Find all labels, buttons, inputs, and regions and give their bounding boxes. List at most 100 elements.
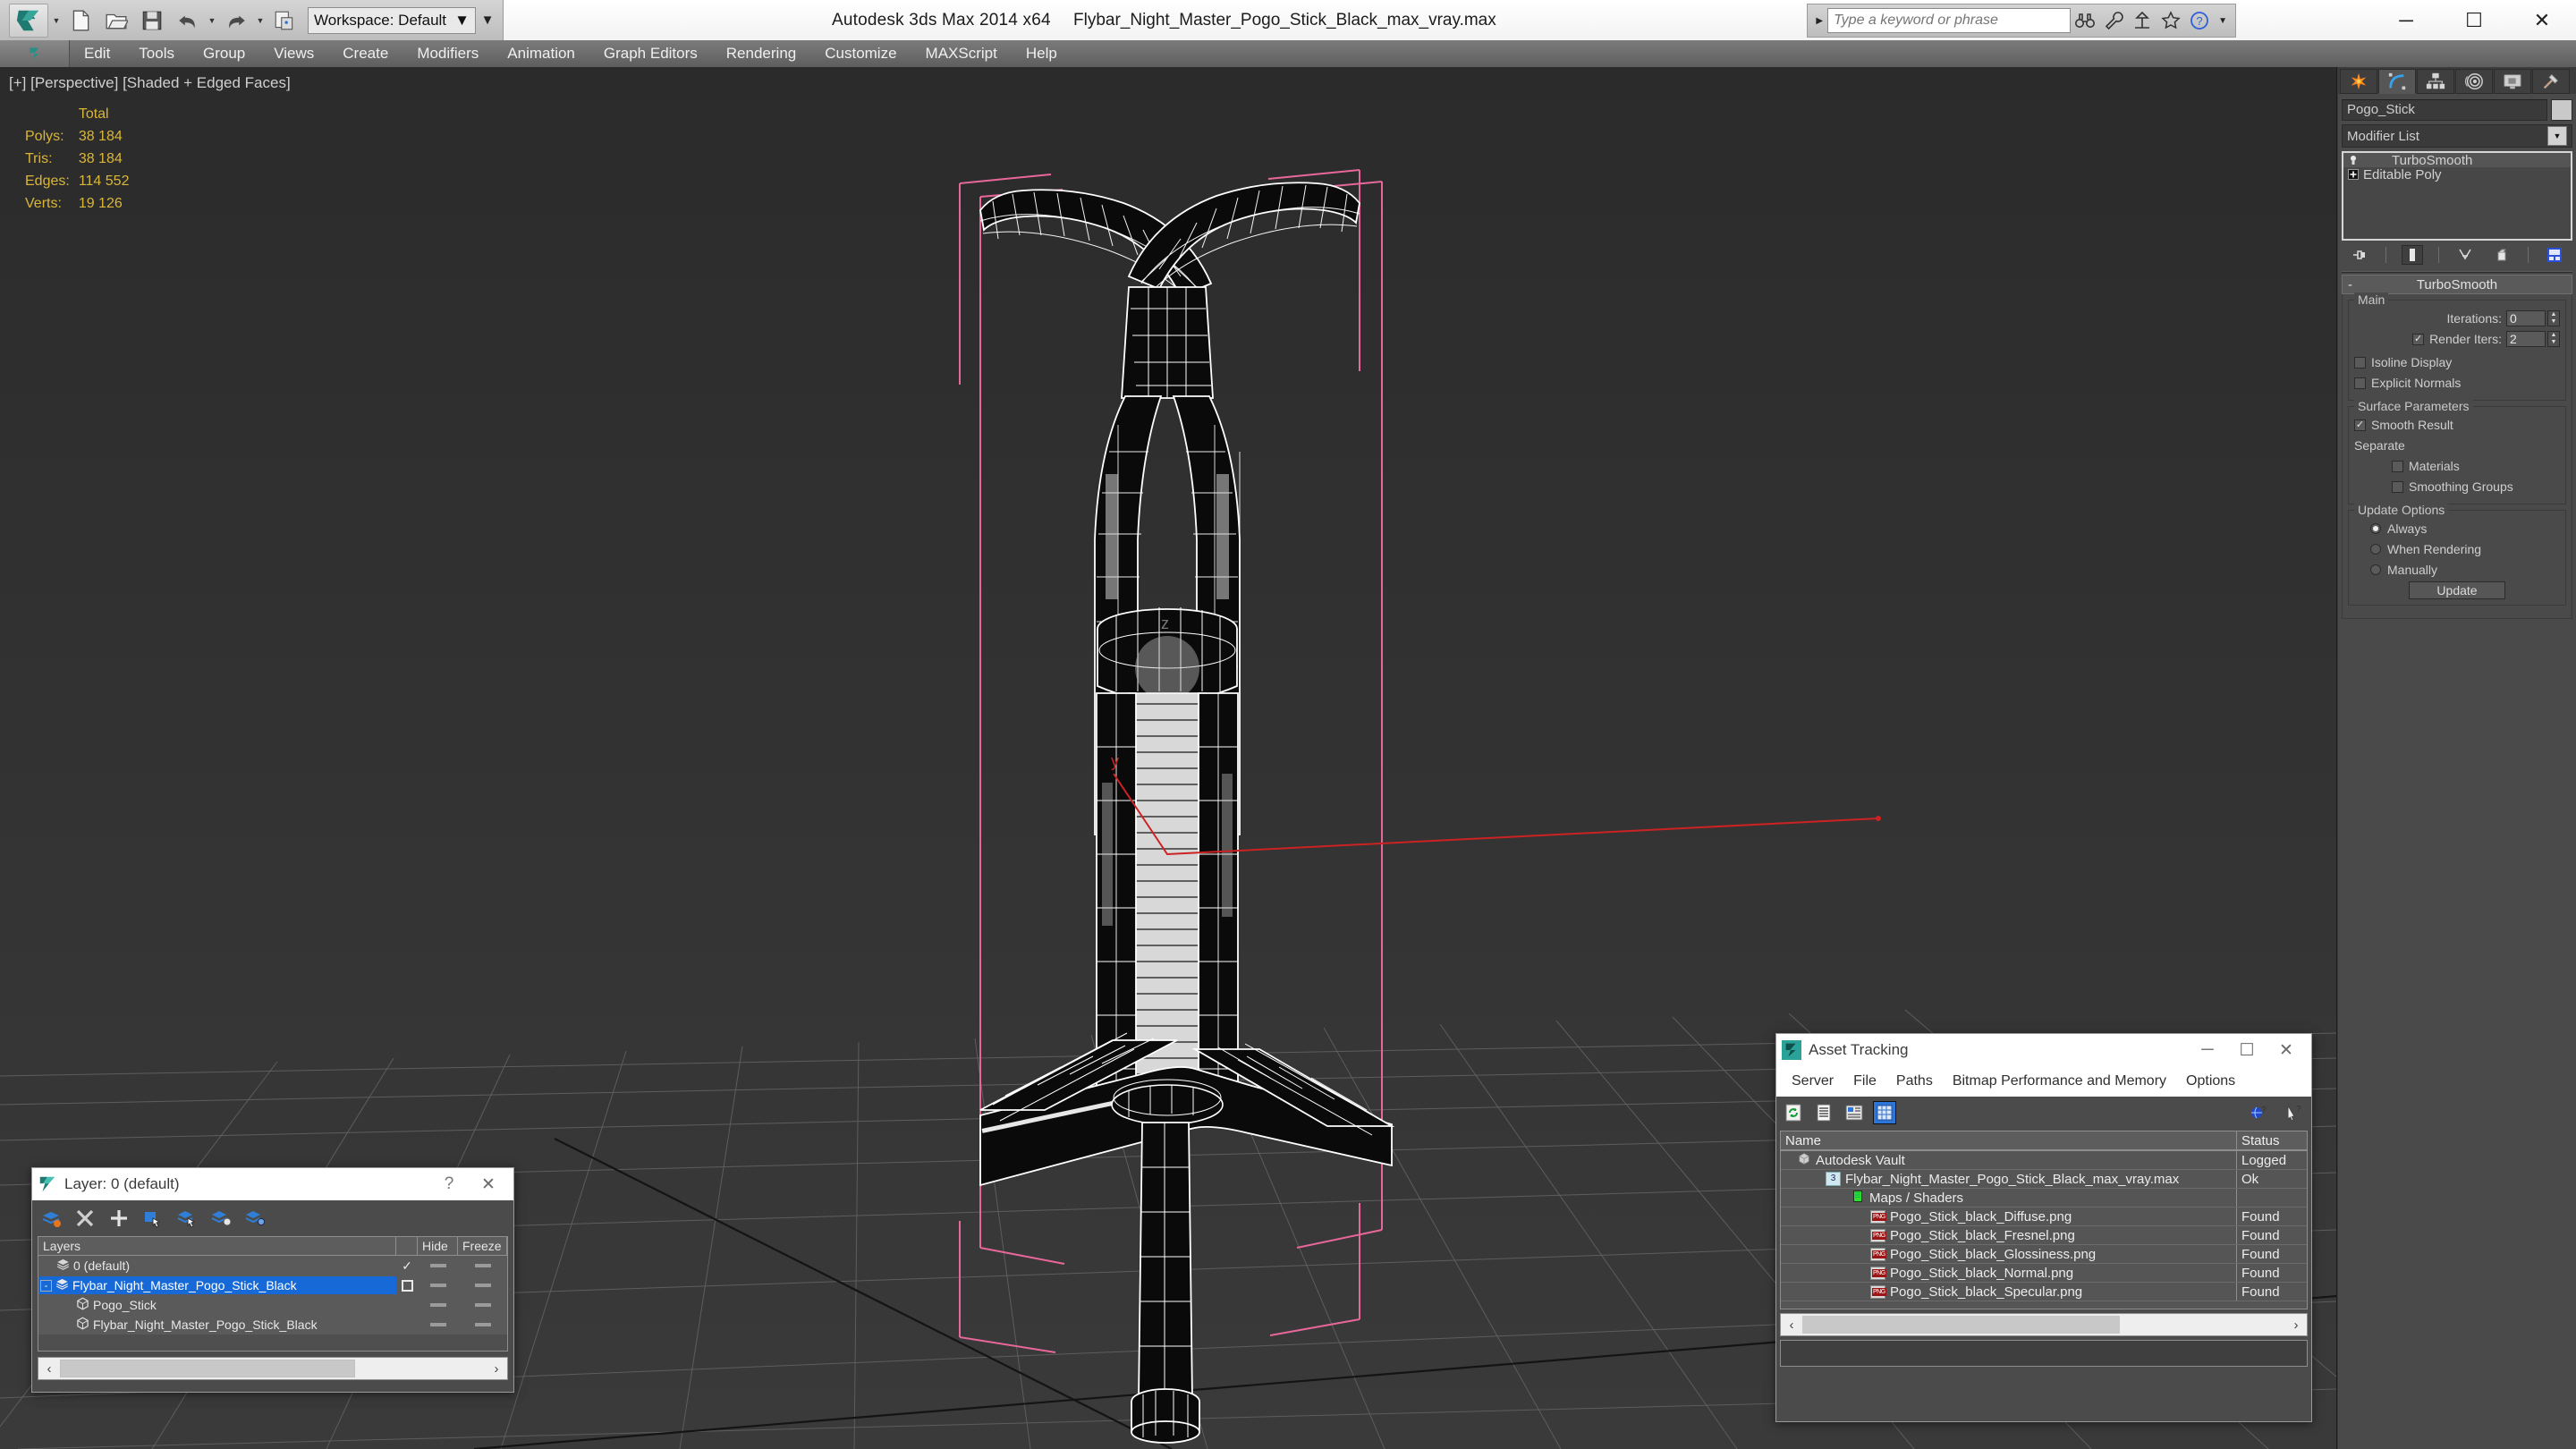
asset-menu-file[interactable]: File xyxy=(1843,1073,1886,1089)
asset-row[interactable]: 3 Flybar_Night_Master_Pogo_Stick_Black_m… xyxy=(1781,1170,2307,1189)
asset-row[interactable]: Pogo_Stick_black_Glossiness.png Found xyxy=(1781,1245,2307,1264)
render-iters-input[interactable] xyxy=(2506,331,2546,347)
asset-dialog-titlebar[interactable]: Asset Tracking ─ ☐ ✕ xyxy=(1776,1034,2311,1066)
details-icon[interactable] xyxy=(1843,1101,1866,1124)
asset-row[interactable]: Pogo_Stick_black_Specular.png Found xyxy=(1781,1283,2307,1301)
redo-icon[interactable] xyxy=(219,4,253,38)
asset-tracking-dialog[interactable]: Asset Tracking ─ ☐ ✕ Server File Paths B… xyxy=(1775,1033,2312,1422)
remove-modifier-icon[interactable] xyxy=(2491,245,2512,265)
modifier-stack[interactable]: TurboSmooth Editable Poly xyxy=(2342,151,2572,241)
app-menu-caret-icon[interactable]: ▼ xyxy=(50,4,63,38)
configure-modifier-sets-icon[interactable] xyxy=(2544,245,2565,265)
layer-hide-toggle[interactable] xyxy=(418,1323,458,1326)
layer-freeze-toggle[interactable] xyxy=(458,1303,507,1307)
search-expand-icon[interactable]: ▶ xyxy=(1811,16,1827,26)
asset-grid[interactable]: Name Status Autodesk Vault Logged 3 Flyb… xyxy=(1780,1131,2308,1309)
rollout-header[interactable]: - TurboSmooth xyxy=(2342,275,2572,294)
explicit-normals-checkbox[interactable] xyxy=(2354,377,2366,389)
object-color-swatch[interactable] xyxy=(2551,99,2572,121)
render-iters-checkbox[interactable]: ✓ xyxy=(2412,334,2424,345)
menu-item-animation[interactable]: Animation xyxy=(493,40,589,67)
menu-item-modifiers[interactable]: Modifiers xyxy=(402,40,493,67)
minimize-button[interactable]: ─ xyxy=(2188,1035,2227,1065)
asset-menu-options[interactable]: Options xyxy=(2176,1073,2245,1089)
binoculars-icon[interactable] xyxy=(2071,6,2099,35)
highlight-layer-icon[interactable] xyxy=(208,1205,234,1232)
close-button[interactable]: ✕ xyxy=(469,1169,508,1199)
viewport-label[interactable]: [+] [Perspective] [Shaded + Edged Faces] xyxy=(9,74,291,92)
minimize-button[interactable]: ─ xyxy=(2372,0,2440,40)
layer-row[interactable]: - Flybar_Night_Master_Pogo_Stick_Black xyxy=(38,1275,507,1295)
help-cursor-icon[interactable]: ? xyxy=(2283,1101,2306,1124)
menu-item-views[interactable]: Views xyxy=(259,40,328,67)
iterations-spinner[interactable]: ▲▼ xyxy=(2506,310,2560,326)
search-input[interactable] xyxy=(1827,8,2071,33)
layer-dialog[interactable]: Layer: 0 (default) ? ✕ xyxy=(31,1167,514,1393)
asset-row[interactable]: Maps / Shaders xyxy=(1781,1189,2307,1208)
modifier-stack-item-editable-poly[interactable]: Editable Poly xyxy=(2343,167,2571,182)
project-folder-icon[interactable] xyxy=(267,4,301,38)
scroll-left-arrow-icon[interactable]: ‹ xyxy=(38,1361,60,1377)
rollout-collapse-icon[interactable]: - xyxy=(2348,277,2352,292)
separate-smoothing-groups-checkbox[interactable] xyxy=(2392,481,2403,493)
plus-box-icon[interactable] xyxy=(2347,168,2360,181)
menu-item-maxscript[interactable]: MAXScript xyxy=(911,40,1012,67)
close-button[interactable]: ✕ xyxy=(2267,1035,2306,1065)
iterations-input[interactable] xyxy=(2506,310,2546,326)
show-end-result-icon[interactable] xyxy=(2402,245,2423,265)
help-button[interactable]: ? xyxy=(429,1169,469,1199)
column-status[interactable]: Status xyxy=(2237,1131,2307,1149)
help-circle-icon[interactable]: ? xyxy=(2185,6,2214,35)
asset-row[interactable]: Pogo_Stick_black_Normal.png Found xyxy=(1781,1264,2307,1283)
asset-menu-paths[interactable]: Paths xyxy=(1886,1073,1943,1089)
pin-icon[interactable] xyxy=(2349,245,2370,265)
grid-icon[interactable] xyxy=(1873,1101,1896,1124)
layer-row[interactable]: Flybar_Night_Master_Pogo_Stick_Black xyxy=(38,1315,507,1335)
layer-hide-toggle[interactable] xyxy=(418,1303,458,1307)
scroll-left-arrow-icon[interactable]: ‹ xyxy=(1781,1318,1802,1333)
menu-item-tools[interactable]: Tools xyxy=(124,40,189,67)
undo-icon[interactable] xyxy=(171,4,205,38)
undo-dropdown-icon[interactable]: ▼ xyxy=(206,4,218,38)
layer-current-check[interactable] xyxy=(396,1280,418,1292)
help-dropdown-icon[interactable]: ▼ xyxy=(2214,16,2232,26)
expander-icon[interactable]: - xyxy=(40,1280,52,1292)
isoline-display-checkbox[interactable] xyxy=(2354,357,2366,369)
smooth-result-checkbox[interactable]: ✓ xyxy=(2354,419,2366,431)
layer-row[interactable]: Pogo_Stick xyxy=(38,1295,507,1315)
asset-horizontal-scrollbar[interactable]: ‹ › xyxy=(1780,1313,2308,1336)
menu-item-group[interactable]: Group xyxy=(189,40,259,67)
menu-item-edit[interactable]: Edit xyxy=(70,40,124,67)
satellite-dish-icon[interactable] xyxy=(2128,6,2157,35)
layer-list[interactable]: Layers Hide Freeze 0 (default) ✓ - xyxy=(38,1236,508,1352)
layer-hide-toggle[interactable] xyxy=(418,1264,458,1267)
new-file-icon[interactable] xyxy=(64,4,97,38)
save-file-icon[interactable] xyxy=(135,4,169,38)
spinner-arrows-icon[interactable]: ▲▼ xyxy=(2547,310,2560,326)
scrollbar-thumb[interactable] xyxy=(60,1360,355,1377)
asset-row[interactable]: Pogo_Stick_black_Fresnel.png Found xyxy=(1781,1226,2307,1245)
modify-tab[interactable] xyxy=(2378,69,2416,94)
menu-item-customize[interactable]: Customize xyxy=(810,40,911,67)
motion-tab[interactable] xyxy=(2455,69,2493,94)
layer-freeze-toggle[interactable] xyxy=(458,1323,507,1326)
workspace-selector[interactable]: Workspace: Default ▼ xyxy=(308,7,476,34)
update-when-rendering-radio[interactable] xyxy=(2370,544,2381,555)
scroll-right-arrow-icon[interactable]: › xyxy=(486,1361,507,1377)
modifier-stack-item-turbosmooth[interactable]: TurboSmooth xyxy=(2343,153,2571,167)
layer-hide-toggle[interactable] xyxy=(418,1284,458,1287)
workspace-expand-icon[interactable]: ▼ xyxy=(476,4,499,38)
maximize-button[interactable]: ☐ xyxy=(2227,1035,2267,1065)
select-objects-icon[interactable] xyxy=(140,1205,166,1232)
redo-dropdown-icon[interactable]: ▼ xyxy=(254,4,267,38)
update-button[interactable]: Update xyxy=(2409,581,2505,599)
open-file-icon[interactable] xyxy=(99,4,133,38)
help-globe-icon[interactable]: ? xyxy=(2247,1101,2270,1124)
wrench-icon[interactable] xyxy=(2099,6,2128,35)
chevron-down-icon[interactable]: ▼ xyxy=(2547,126,2567,146)
scroll-right-arrow-icon[interactable]: › xyxy=(2285,1318,2307,1333)
update-always-radio[interactable] xyxy=(2370,523,2381,534)
select-layer-icon[interactable] xyxy=(174,1205,200,1232)
object-name-field[interactable]: Pogo_Stick xyxy=(2342,99,2547,121)
render-iters-spinner[interactable]: ▲▼ xyxy=(2506,331,2560,347)
